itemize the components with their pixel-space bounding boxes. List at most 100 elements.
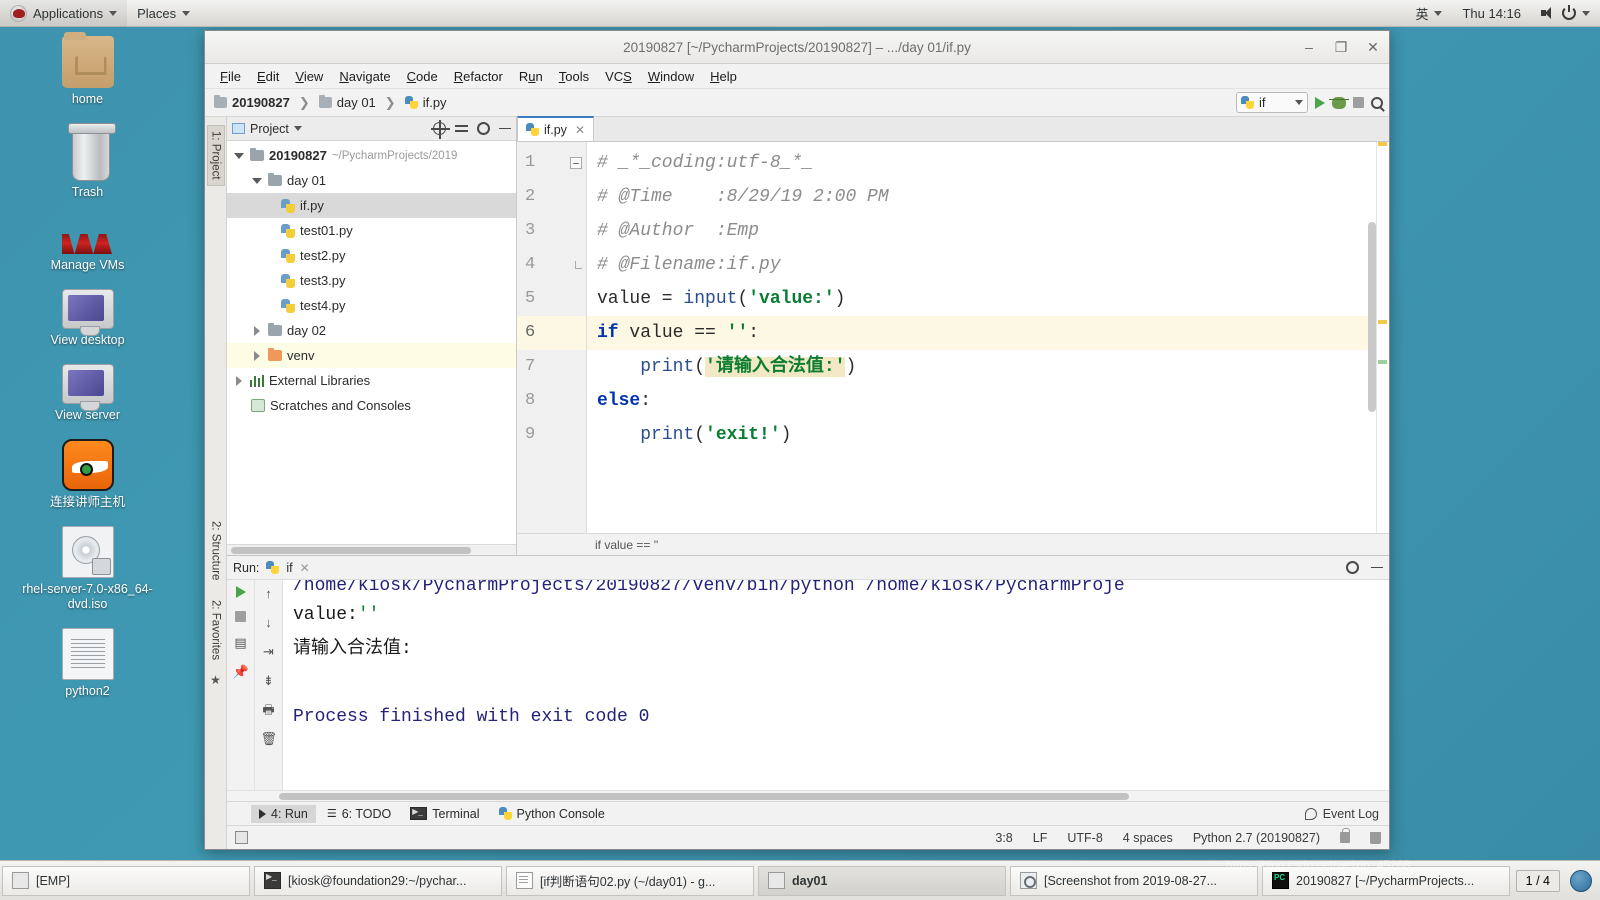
desktop-icon-view-desktop[interactable]: View desktop	[0, 289, 175, 348]
tree-node-test2-py[interactable]: test2.py	[227, 243, 516, 268]
stop-icon[interactable]	[1353, 97, 1364, 108]
sidebar-item-structure[interactable]: 2: Structure	[208, 516, 224, 585]
toolwindow-button-terminal[interactable]: Terminal	[402, 805, 487, 823]
desktop-icon-rhel-iso[interactable]: rhel-server-7.0-x86_64-dvd.iso	[0, 526, 175, 612]
stop-icon[interactable]	[235, 611, 246, 622]
tree-node-external-libraries[interactable]: External Libraries	[227, 368, 516, 393]
print-icon[interactable]: 🖶	[261, 702, 277, 718]
trash-icon[interactable]	[1370, 831, 1381, 844]
run-configuration-selector[interactable]: if	[1236, 92, 1308, 113]
close-icon[interactable]: ✕	[300, 561, 310, 575]
gutter-line[interactable]: 5	[517, 282, 586, 316]
soft-wrap-icon[interactable]: ⇥	[261, 644, 277, 660]
line-separator[interactable]: LF	[1033, 831, 1048, 845]
stripe-warning-marker[interactable]	[1378, 320, 1387, 324]
file-encoding[interactable]: UTF-8	[1067, 831, 1102, 845]
menu-edit[interactable]: Edit	[250, 67, 286, 86]
gutter-line[interactable]: 6	[517, 316, 586, 350]
twisty-down-icon[interactable]	[251, 177, 263, 184]
tree-node-venv[interactable]: venv	[227, 343, 516, 368]
desktop-icon-manage-vms[interactable]: Manage VMs	[0, 216, 175, 273]
project-horizontal-scrollbar[interactable]	[227, 544, 516, 555]
clock[interactable]: Thu 14:16	[1452, 0, 1531, 27]
code-line[interactable]: value = input('value:')	[587, 282, 1389, 316]
sidebar-item-project[interactable]: 1: Project	[206, 125, 225, 186]
twisty-right-icon[interactable]	[251, 325, 263, 336]
menu-window[interactable]: Window	[641, 67, 701, 86]
breadcrumb-project[interactable]: 20190827	[211, 94, 293, 111]
places-menu[interactable]: Places	[127, 0, 200, 27]
hide-icon[interactable]	[499, 127, 511, 130]
menu-navigate[interactable]: Navigate	[332, 67, 397, 86]
tree-node-test3-py[interactable]: test3.py	[227, 268, 516, 293]
tab-if-py[interactable]: if.py ✕	[517, 116, 594, 141]
code-line[interactable]: print('请输入合法值:')	[587, 350, 1389, 384]
desktop-icon-connect-host[interactable]: 连接讲师主机	[0, 439, 175, 510]
twisty-right-icon[interactable]	[251, 350, 263, 361]
desktop-icon-python2[interactable]: python2	[0, 628, 175, 699]
gutter-line[interactable]: 9	[517, 418, 586, 452]
gutter-line[interactable]: 4	[517, 248, 586, 282]
applications-menu[interactable]: Applications	[0, 0, 128, 27]
gutter-line[interactable]: 8	[517, 384, 586, 418]
editor-vertical-scrollbar[interactable]	[1368, 222, 1376, 412]
gutter-line[interactable]: 3	[517, 214, 586, 248]
sidebar-item-favorites[interactable]: 2: Favorites	[208, 595, 224, 665]
tree-node-test4-py[interactable]: test4.py	[227, 293, 516, 318]
gutter-line[interactable]: 7	[517, 350, 586, 384]
system-menu[interactable]	[1531, 0, 1600, 27]
code-editor[interactable]: # _*_coding:utf-8_*_ # @Time :8/29/19 2:…	[587, 142, 1389, 533]
code-line[interactable]: # @Author :Emp	[587, 214, 1389, 248]
taskbar-item-gedit[interactable]: [if判断语句02.py (~/day01) - g...	[506, 865, 754, 896]
search-everywhere-icon[interactable]	[1371, 96, 1383, 109]
pin-icon[interactable]: 📌	[233, 664, 249, 680]
show-toolwindows-icon[interactable]	[235, 831, 248, 844]
rerun-icon[interactable]	[235, 586, 246, 598]
up-icon[interactable]: ↑	[261, 586, 277, 602]
code-line[interactable]: # _*_coding:utf-8_*_	[587, 146, 1389, 180]
debug-icon[interactable]	[1329, 96, 1349, 109]
menu-file[interactable]: FFileile	[213, 67, 248, 86]
fold-icon[interactable]	[570, 157, 582, 169]
desktop-icon-home[interactable]: home	[0, 32, 175, 107]
taskbar-item-screenshot[interactable]: [Screenshot from 2019-08-27...	[1010, 865, 1258, 896]
menu-help[interactable]: Help	[703, 67, 744, 86]
lock-icon[interactable]	[1340, 828, 1350, 843]
locate-icon[interactable]	[431, 120, 450, 139]
bookmark-star-icon[interactable]: ★	[210, 673, 221, 687]
menu-refactor[interactable]: Refactor	[447, 67, 510, 86]
menu-run[interactable]: Run	[512, 67, 550, 86]
gear-icon[interactable]	[1346, 561, 1359, 574]
taskbar-item-emp[interactable]: [EMP]	[2, 865, 250, 896]
down-icon[interactable]: ↓	[261, 615, 277, 631]
code-line[interactable]: if value == '':	[587, 316, 1389, 350]
gutter-line[interactable]: 1	[517, 146, 586, 180]
toolwindow-button-run[interactable]: 4: Run	[251, 804, 316, 823]
breadcrumb-day01[interactable]: day 01	[316, 94, 379, 111]
code-line[interactable]: # @Filename:if.py	[587, 248, 1389, 282]
maximize-button[interactable]: ❐	[1333, 39, 1349, 56]
run-icon[interactable]	[1315, 96, 1325, 109]
tree-node-20190827[interactable]: 20190827 ~/PycharmProjects/2019	[227, 143, 516, 168]
python-interpreter[interactable]: Python 2.7 (20190827)	[1193, 831, 1320, 845]
tree-node-scratches[interactable]: Scratches and Consoles	[227, 393, 516, 418]
twisty-right-icon[interactable]	[233, 375, 245, 386]
console-horizontal-scrollbar[interactable]	[227, 790, 1389, 801]
gnome-foot-icon[interactable]	[1570, 869, 1592, 892]
run-tab-label[interactable]: if	[286, 561, 292, 575]
menu-vcs[interactable]: VCS	[598, 67, 639, 86]
editor-error-stripe[interactable]	[1376, 142, 1389, 533]
fold-end-icon[interactable]	[575, 261, 582, 269]
scrollbar-thumb[interactable]	[279, 793, 1129, 800]
tree-node-day02[interactable]: day 02	[227, 318, 516, 343]
gear-icon[interactable]	[477, 122, 490, 135]
taskbar-item-terminal[interactable]: [kiosk@foundation29:~/pychar...	[254, 865, 502, 896]
tree-node-day01[interactable]: day 01	[227, 168, 516, 193]
desktop-icon-trash[interactable]: Trash	[0, 123, 175, 200]
menu-code[interactable]: Code	[400, 67, 445, 86]
stripe-ok-marker[interactable]	[1378, 360, 1387, 364]
tree-node-if-py[interactable]: if.py	[227, 193, 516, 218]
scrollbar-thumb[interactable]	[231, 547, 471, 554]
indent-setting[interactable]: 4 spaces	[1123, 831, 1173, 845]
scroll-to-end-icon[interactable]: ⇟	[261, 673, 277, 689]
